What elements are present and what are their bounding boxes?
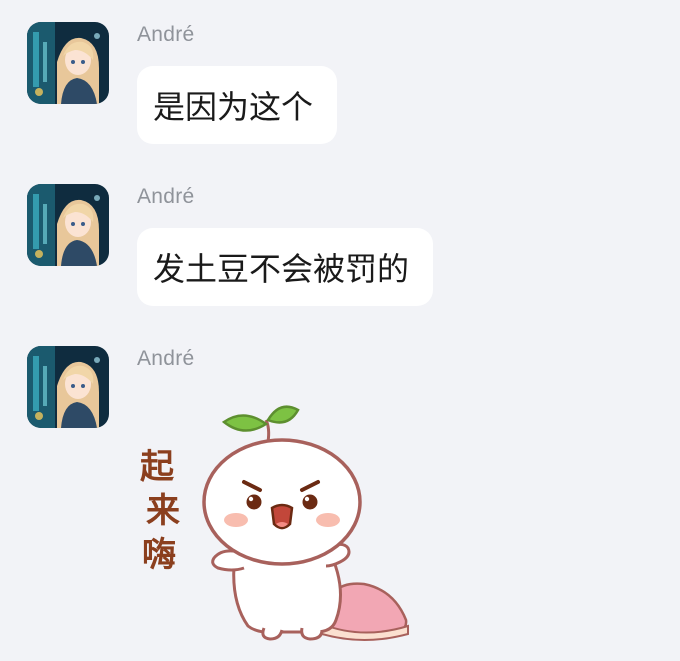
sticker-caption-char: 来 (146, 491, 180, 531)
avatar[interactable] (27, 22, 109, 104)
chat-message-list[interactable]: André 是因为这个 André 发土豆不会被罚的 André 起 来 嗨 (0, 0, 680, 661)
sender-name: André (137, 347, 195, 370)
sticker-caption-char: 嗨 (142, 535, 176, 575)
message-bubble[interactable]: 发土豆不会被罚的 (137, 228, 434, 306)
message-bubble[interactable]: 是因为这个 (137, 66, 338, 144)
avatar[interactable] (27, 346, 109, 428)
sender-name: André (137, 23, 195, 46)
sticker-caption-char: 起 (140, 447, 175, 487)
sender-name: André (137, 185, 195, 208)
avatar[interactable] (27, 184, 109, 266)
sprout-bun-sticker[interactable]: 起 来 嗨 (132, 398, 422, 643)
